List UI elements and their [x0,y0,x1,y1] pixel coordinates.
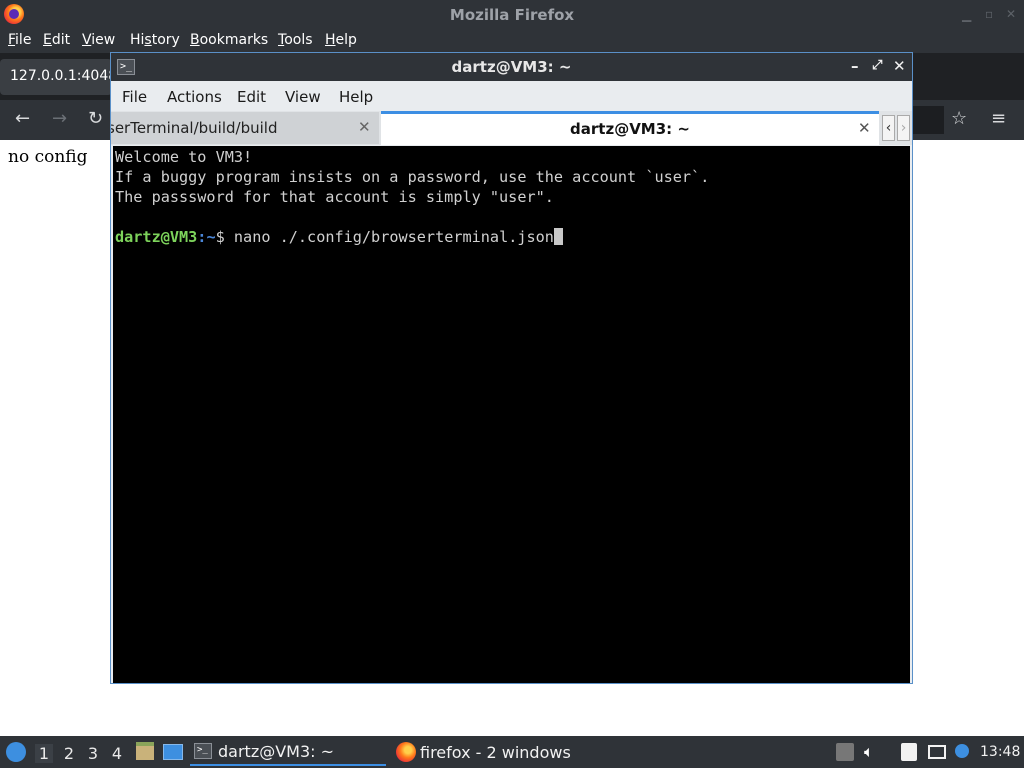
url-bar[interactable] [912,106,944,134]
back-arrow-icon[interactable]: ← [15,108,30,129]
prompt-user-host: dartz@VM3 [115,228,198,246]
menu-bookmarks-rest: ookmarks [199,32,269,48]
terminal-line: If a buggy program insists on a password… [115,168,710,186]
menu-edit-accesskey: E [43,32,52,48]
hamburger-menu-icon[interactable]: ≡ [991,108,1006,129]
tab-scroll-right-icon[interactable]: › [897,115,910,141]
terminal-icon: >_ [194,743,212,759]
prompt-path: ~ [206,228,216,246]
menu-view-accesskey: V [82,32,92,48]
volume-icon[interactable]: 🔈︎ [864,742,874,762]
prompt-symbol: $ [215,228,234,246]
taskbar-terminal-label: dartz@VM3: ~ [218,741,335,761]
show-desktop-icon[interactable] [163,744,183,760]
menu-file-accesskey: F [8,32,16,48]
terminal-window-title: dartz@VM3: ~ [451,58,572,76]
maximize-icon[interactable]: ⤢ [872,58,882,73]
menu-history-rest: tory [151,32,180,48]
terminal-titlebar: >_ dartz@VM3: ~ – ⤢ ✕ [111,53,912,81]
notification-icon[interactable] [955,744,969,758]
term-menu-actions[interactable]: Actions [167,88,222,106]
menu-view[interactable]: View [82,32,115,48]
menu-edit-rest: dit [51,32,71,48]
menu-view-rest: iew [91,32,116,48]
start-menu-icon[interactable] [6,742,26,762]
terminal-window: >_ dartz@VM3: ~ – ⤢ ✕ File Actions Edit … [110,52,913,684]
tab-close-icon[interactable]: ✕ [858,119,871,137]
menu-file-rest: ile [15,32,32,48]
menu-bookmarks-accesskey: B [190,32,200,48]
terminal-line: Welcome to VM3! [115,148,253,166]
taskbar-firefox-label: firefox - 2 windows [420,742,571,762]
network-icon[interactable] [928,745,946,759]
terminal-tab-label: serTerminal/build/build [111,119,278,137]
terminal-tabbar: serTerminal/build/build ✕ dartz@VM3: ~ ✕… [111,111,912,145]
term-menu-view[interactable]: View [285,88,321,106]
menu-tools[interactable]: Tools [278,32,313,48]
menu-help-accesskey: H [325,32,336,48]
reload-icon[interactable]: ↻ [88,108,103,129]
terminal-prompt-line: dartz@VM3:~$ nano ./.config/browsertermi… [115,227,563,247]
clock[interactable]: 13:48 [980,744,1020,760]
tab-close-icon[interactable]: ✕ [358,118,371,136]
terminal-tab-active[interactable]: dartz@VM3: ~ ✕ [381,111,879,145]
bookmark-star-icon[interactable]: ☆ [951,108,967,129]
workspace-1[interactable]: 1 [35,744,53,763]
maximize-icon[interactable]: ▫ [985,7,993,21]
tab-scroll-left-icon[interactable]: ‹ [882,115,895,141]
firefox-icon [396,742,416,762]
minimize-icon[interactable]: – [851,57,859,75]
term-menu-edit[interactable]: Edit [237,88,266,106]
taskbar-terminal-button[interactable]: >_ dartz@VM3: ~ [190,738,386,766]
menu-help[interactable]: Help [325,32,357,48]
terminal-line: The passsword for that account is simply… [115,188,554,206]
page-text: no config [8,147,88,167]
text-cursor [553,228,563,245]
menu-edit[interactable]: Edit [43,32,70,48]
menu-history-accesskey: s [144,32,152,48]
workspace-4[interactable]: 4 [108,744,126,763]
workspace-2[interactable]: 2 [60,744,78,763]
firefox-titlebar: Mozilla Firefox ▁ ▫ ✕ [0,0,1024,29]
workspace-3[interactable]: 3 [84,744,102,763]
terminal-tab-inactive[interactable]: serTerminal/build/build ✕ [111,112,379,144]
menu-tools-rest: ools [284,32,313,48]
menu-help-rest: elp [335,32,357,48]
terminal-output[interactable]: Welcome to VM3! If a buggy program insis… [113,146,910,683]
file-manager-icon[interactable] [136,742,154,760]
prompt-command: nano ./.config/browserterminal.json [233,228,554,246]
browser-tab[interactable]: 127.0.0.1:4048 [0,59,112,95]
term-menu-help[interactable]: Help [339,88,373,106]
forward-arrow-icon[interactable]: → [52,108,67,129]
terminal-tab-label: dartz@VM3: ~ [570,120,690,138]
close-icon[interactable]: ✕ [893,57,906,75]
updates-tray-icon[interactable] [836,743,854,761]
minimize-icon[interactable]: ▁ [962,8,971,22]
close-icon[interactable]: ✕ [1006,7,1016,21]
firefox-menubar: File Edit View History Bookmarks Tools H… [0,29,1024,53]
menu-bookmarks[interactable]: Bookmarks [190,32,268,48]
firefox-window-title: Mozilla Firefox [449,6,575,24]
menu-history[interactable]: History [130,32,180,48]
clipboard-icon[interactable] [901,743,917,761]
menu-file[interactable]: File [8,32,31,48]
term-menu-file[interactable]: File [122,88,147,106]
taskbar-firefox-button[interactable]: firefox - 2 windows [392,738,602,766]
terminal-menubar: File Actions Edit View Help [111,81,912,111]
